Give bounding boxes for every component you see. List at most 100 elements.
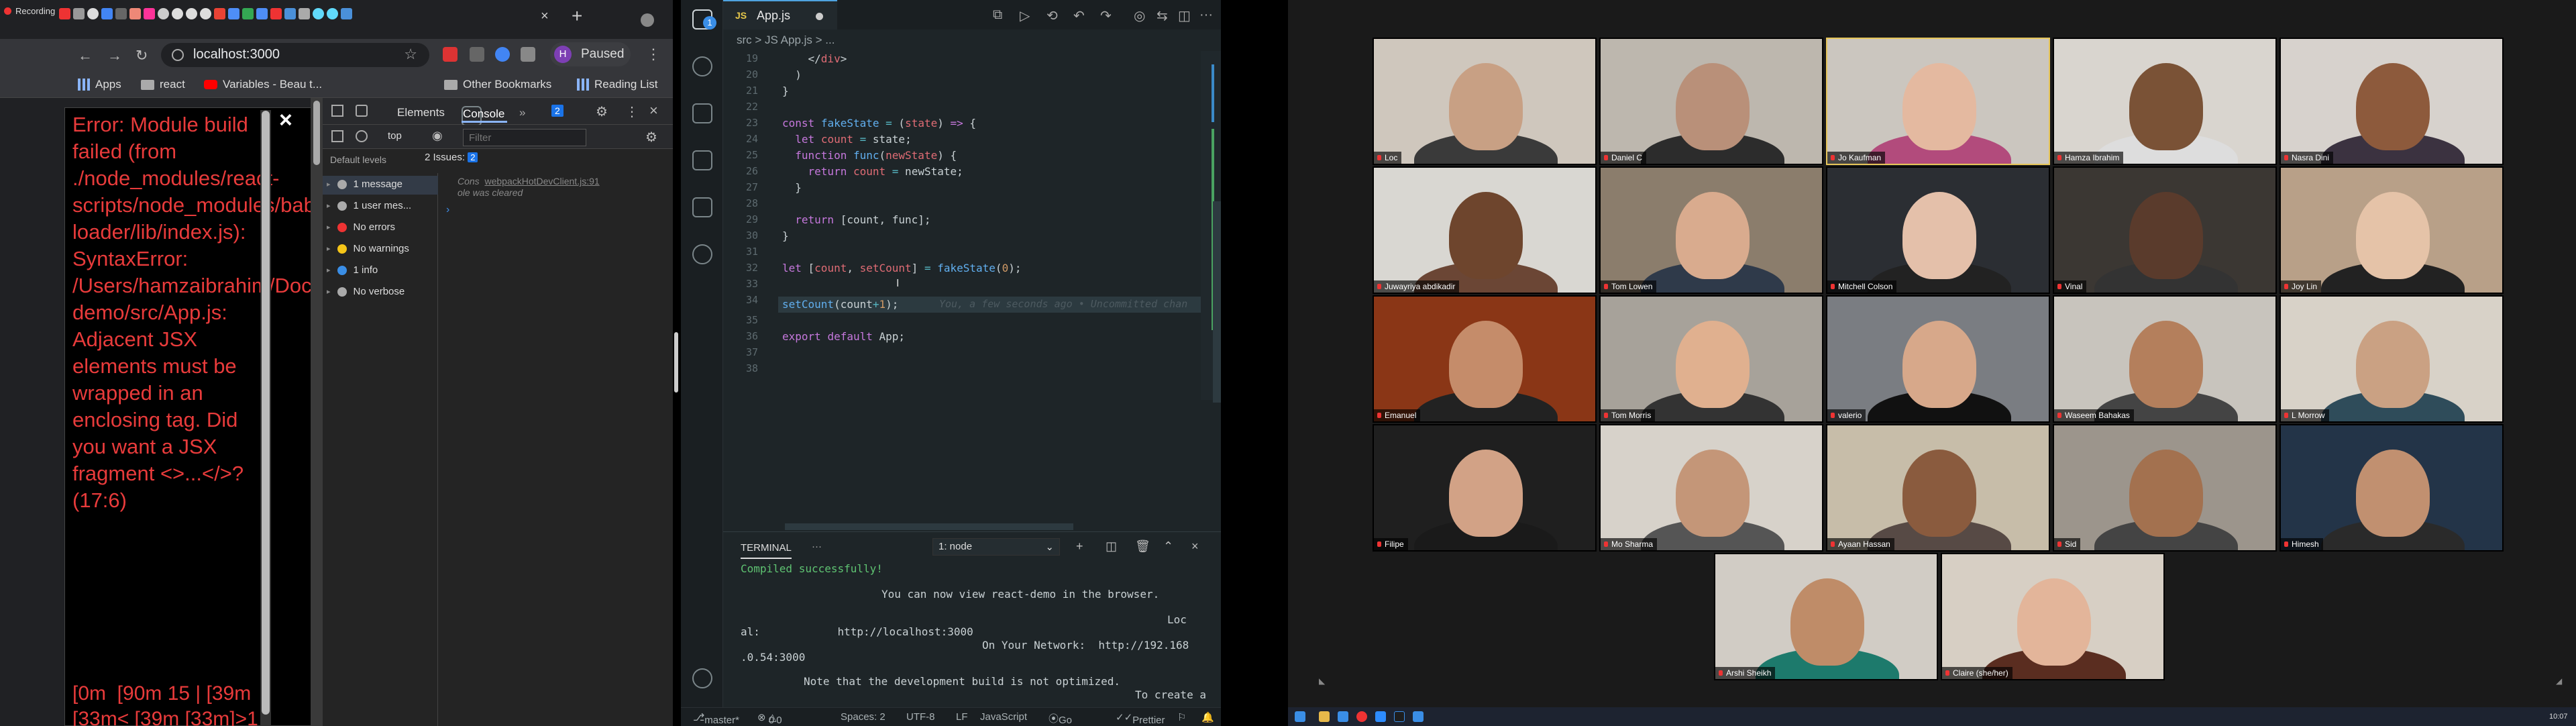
- participant-tile[interactable]: Vinal: [2053, 166, 2277, 294]
- new-terminal-icon[interactable]: +: [1076, 539, 1083, 554]
- close-devtools-icon[interactable]: ×: [649, 102, 658, 119]
- participant-tile[interactable]: Filipe: [1373, 424, 1597, 552]
- split-editor-icon[interactable]: ◫: [1178, 7, 1191, 24]
- eye-icon[interactable]: ◉: [432, 129, 443, 143]
- manage-gear-icon[interactable]: [692, 668, 712, 688]
- issues-badge[interactable]: 2: [551, 105, 564, 117]
- participant-tile[interactable]: Emanuel: [1373, 295, 1597, 423]
- file-explorer-icon[interactable]: [1319, 711, 1330, 722]
- box-tab-icon[interactable]: [299, 8, 310, 19]
- more-actions-icon[interactable]: ···: [1199, 7, 1213, 23]
- youtube-tab-icon[interactable]: [59, 8, 70, 19]
- extension-icon[interactable]: [470, 47, 484, 62]
- box-tab-icon[interactable]: [144, 8, 155, 19]
- settings-gear-icon[interactable]: ⚙: [596, 103, 608, 120]
- code-line[interactable]: setCount(count+1);: [782, 298, 898, 311]
- filter-input[interactable]: [463, 129, 586, 146]
- edge-icon[interactable]: [1338, 711, 1348, 722]
- participant-tile[interactable]: Mitchell Colson: [1826, 166, 2050, 294]
- participant-tile[interactable]: Loc: [1373, 38, 1597, 165]
- google-tab-icon[interactable]: [214, 8, 225, 19]
- doc-tab-icon[interactable]: [228, 8, 239, 19]
- participant-tile[interactable]: valerio: [1826, 295, 2050, 423]
- sidebar-toggle-icon[interactable]: [331, 130, 343, 142]
- go-back-icon[interactable]: ⟲: [1046, 7, 1058, 24]
- extensions-icon[interactable]: [692, 197, 712, 217]
- next-change-icon[interactable]: ↷: [1100, 7, 1112, 24]
- resize-corner-icon[interactable]: ◢: [2556, 676, 2562, 686]
- participant-tile[interactable]: Arshi Sheikh: [1714, 553, 1938, 680]
- box-tab-icon[interactable]: [270, 8, 282, 19]
- indentation[interactable]: Spaces: 2: [841, 711, 885, 723]
- more-tabs-icon[interactable]: »: [519, 106, 525, 119]
- profile-button[interactable]: H Paused: [550, 42, 631, 66]
- clear-console-icon[interactable]: [356, 130, 368, 142]
- participant-tile[interactable]: Sid: [2053, 424, 2277, 552]
- code-line[interactable]: return count = newState;: [782, 165, 963, 178]
- device-toolbar-icon[interactable]: [356, 105, 368, 117]
- reload-icon[interactable]: ↻: [136, 48, 148, 63]
- go-live-button[interactable]: ⦿ Go Live: [1049, 711, 1072, 726]
- breadcrumb[interactable]: src > JS App.js > ...: [737, 34, 835, 47]
- default-levels[interactable]: Default levels: [330, 154, 386, 165]
- code-line[interactable]: return [count, func];: [782, 213, 930, 226]
- language-mode[interactable]: JavaScript: [980, 711, 1027, 723]
- console-sidebar-item[interactable]: ▸ 1 message: [327, 178, 402, 190]
- editor-scrollbar[interactable]: [1213, 201, 1221, 403]
- google-tab-icon[interactable]: [101, 8, 113, 19]
- code-line[interactable]: let [count, setCount] = fakeState(0);: [782, 262, 1021, 274]
- console-prompt[interactable]: ›: [446, 204, 449, 216]
- bookmark-other[interactable]: Other Bookmarks: [444, 78, 551, 91]
- start-icon[interactable]: [1295, 711, 1305, 722]
- compare-icon[interactable]: ⇆: [1157, 7, 1168, 24]
- code-line[interactable]: ): [782, 68, 802, 81]
- code-line[interactable]: export default App;: [782, 330, 905, 343]
- box-tab-icon[interactable]: [256, 8, 268, 19]
- codepen-tab-icon[interactable]: [115, 8, 127, 19]
- participant-tile[interactable]: Joy Lin: [2279, 166, 2504, 294]
- react-tab-icon[interactable]: [313, 8, 324, 19]
- github-tab-icon[interactable]: [186, 8, 197, 19]
- console-source-link[interactable]: webpackHotDevClient.js:91: [484, 176, 599, 187]
- problems-indicator[interactable]: ⊗ 0 △ 0: [757, 711, 782, 726]
- terminal-tab[interactable]: TERMINAL: [741, 542, 792, 559]
- extension-icon[interactable]: [443, 47, 458, 62]
- kill-terminal-icon[interactable]: 🗑: [1135, 539, 1150, 554]
- participant-tile[interactable]: Juwayriya abdikadir: [1373, 166, 1597, 294]
- circle-tab-icon[interactable]: [158, 8, 169, 19]
- splitter-handle[interactable]: [313, 101, 320, 165]
- git-branch[interactable]: ⎇ master*: [693, 711, 739, 726]
- console-sidebar-item[interactable]: ▸ No warnings: [327, 243, 409, 254]
- participant-tile[interactable]: Claire (she/her): [1941, 553, 2165, 680]
- gear-tab-icon[interactable]: [73, 8, 85, 19]
- react-tab-icon[interactable]: [327, 8, 338, 19]
- new-tab-button[interactable]: +: [572, 7, 582, 25]
- console-sidebar-item[interactable]: ▸ No verbose: [327, 286, 405, 297]
- encoding[interactable]: UTF-8: [906, 711, 935, 723]
- divider-handle[interactable]: [674, 332, 678, 393]
- inspect-icon[interactable]: [331, 105, 343, 117]
- chrome-icon[interactable]: [1356, 711, 1367, 722]
- extension-icon[interactable]: [495, 47, 510, 62]
- console-sidebar-item[interactable]: ▸ No errors: [327, 221, 395, 233]
- participant-tile[interactable]: Daniel C: [1599, 38, 1823, 165]
- box-tab-icon[interactable]: [129, 8, 141, 19]
- overlay-scroll-thumb[interactable]: [262, 111, 270, 715]
- code-line[interactable]: </div>: [782, 52, 847, 65]
- source-control-icon[interactable]: [692, 103, 712, 123]
- run-icon[interactable]: ▷: [1020, 7, 1030, 24]
- bookmark-variables[interactable]: Variables - Beau t...: [204, 78, 322, 91]
- site-info-icon[interactable]: [172, 49, 184, 61]
- editor-tab[interactable]: JS App.js: [723, 0, 837, 30]
- open-changes-icon[interactable]: ⧉: [993, 7, 1002, 23]
- bookmark-react[interactable]: react: [141, 78, 185, 91]
- console-sidebar-item[interactable]: ▸ 1 user mes...: [327, 200, 411, 211]
- zoom-icon[interactable]: [1375, 711, 1386, 722]
- github-tab-icon[interactable]: [200, 8, 211, 19]
- participant-tile[interactable]: Jo Kaufman: [1826, 38, 2050, 165]
- resize-corner-icon[interactable]: ◣: [1319, 676, 1325, 686]
- remote-explorer-icon[interactable]: [692, 244, 712, 264]
- console-settings-icon[interactable]: ⚙: [645, 129, 657, 146]
- box-tab-icon[interactable]: [284, 8, 296, 19]
- feedback-icon[interactable]: ⚐: [1177, 711, 1186, 723]
